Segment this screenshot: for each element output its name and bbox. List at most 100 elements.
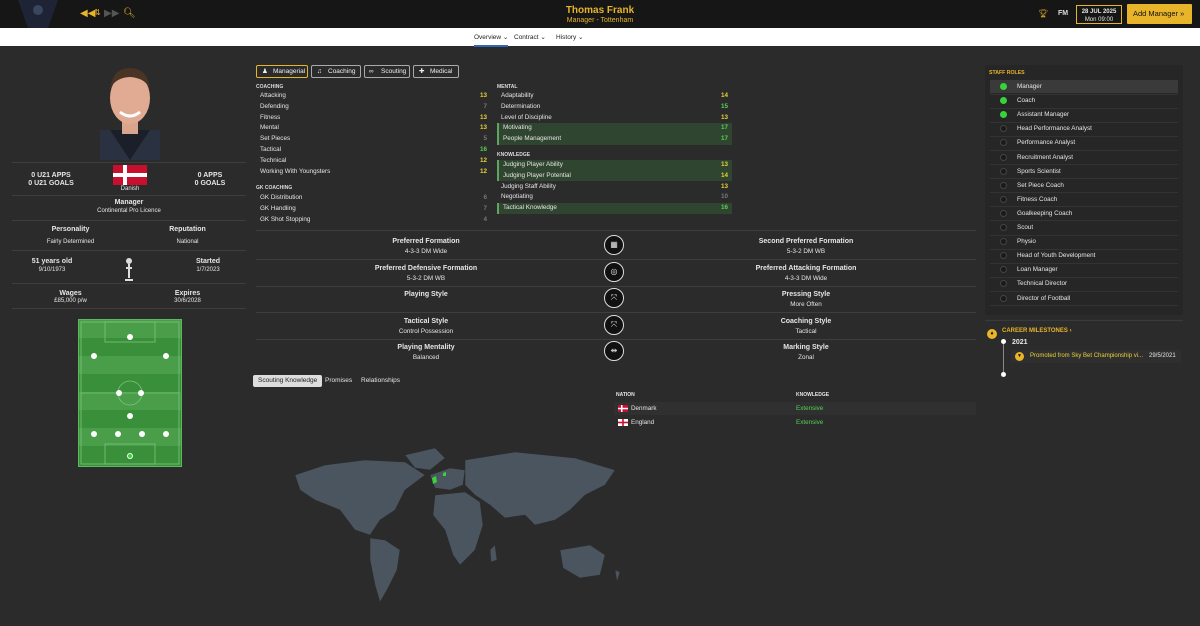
style-right[interactable]: Marking Style Zonal (636, 340, 976, 361)
staff-role-item[interactable]: Head Performance Analyst (990, 122, 1178, 135)
player-dot[interactable] (127, 334, 133, 340)
career-milestones-link[interactable]: CAREER MILESTONES › (1002, 328, 1072, 334)
attribute-row[interactable]: GK Shot Stopping 4 (256, 215, 491, 226)
binoculars-icon: ∞ (369, 68, 374, 75)
tab-relationships[interactable]: Relationships (356, 375, 405, 387)
attribute-row[interactable]: Fitness 13 (256, 113, 491, 124)
target-icon[interactable]: ◎ (604, 261, 624, 282)
page-subtitle[interactable]: Manager - Tottenham (0, 17, 1200, 24)
tab-scouting-knowledge[interactable]: Scouting Knowledge (253, 375, 323, 387)
attribute-row[interactable]: Motivating 17 (497, 123, 732, 134)
attribute-row[interactable]: Mental 13 (256, 123, 491, 134)
attribute-row[interactable]: Judging Player Potential 14 (497, 170, 732, 182)
playing-style-icon[interactable]: ⤧ (604, 288, 624, 308)
staff-role-item[interactable]: Director of Football (990, 292, 1178, 305)
staff-role-item[interactable]: Head of Youth Development (990, 249, 1178, 262)
style-left[interactable]: Tactical Style Control Possession (256, 314, 596, 335)
tab-contract[interactable]: Contract ⌄ (514, 33, 546, 41)
new-zealand[interactable] (614, 569, 621, 583)
attribute-row[interactable]: GK Distribution 6 (256, 193, 491, 204)
attribute-row[interactable]: Judging Player Ability 13 (497, 160, 732, 171)
staff-role-item[interactable]: Recruitment Analyst (990, 151, 1178, 164)
attribute-row[interactable]: Adaptability 14 (497, 91, 732, 102)
style-title: Pressing Style (781, 291, 831, 298)
style-right[interactable]: Pressing Style More Often (636, 287, 976, 308)
style-title: Playing Mentality (397, 344, 455, 351)
add-manager-button[interactable]: Add Manager » (1127, 4, 1192, 24)
staff-role-item[interactable]: Coach (990, 94, 1178, 107)
player-dot[interactable] (91, 353, 97, 359)
attribute-row[interactable]: Defending 7 (256, 102, 491, 113)
tab-scouting[interactable]: ∞ Scouting (364, 65, 410, 78)
staff-role-item[interactable]: Set Piece Coach (990, 179, 1178, 192)
tab-coaching[interactable]: ♫ Coaching (311, 65, 361, 78)
formation-icon[interactable]: ▦ (604, 235, 624, 255)
staff-role-item[interactable]: Assistant Manager (990, 108, 1178, 121)
nation-row[interactable]: Denmark Extensive (614, 402, 976, 415)
tab-overview[interactable]: Overview ⌄ (474, 33, 509, 47)
player-dot[interactable] (138, 390, 144, 396)
africa[interactable] (432, 491, 484, 566)
attribute-row[interactable]: Tactical 16 (256, 145, 491, 156)
staff-role-item[interactable]: Scout (990, 221, 1178, 234)
top-bar: ◀◀ ⇅ ▶▶ 🔍︎ Thomas Frank Manager - Totten… (0, 0, 1200, 28)
style-row: Tactical Style Control Possession ⤧ Coachin… (256, 314, 976, 340)
staff-role-item[interactable]: Manager (990, 80, 1178, 93)
attribute-row[interactable]: Level of Discipline 13 (497, 113, 732, 124)
tab-medical[interactable]: ✚ Medical (413, 65, 459, 78)
player-dot[interactable] (116, 390, 122, 396)
role-name: Manager (1017, 83, 1042, 90)
attribute-row[interactable]: Determination 15 (497, 102, 732, 113)
player-dot[interactable] (163, 353, 169, 359)
staff-role-item[interactable]: Fitness Coach (990, 193, 1178, 206)
club-badge-icon[interactable] (121, 254, 137, 282)
staff-role-item[interactable]: Technical Director (990, 277, 1178, 290)
attribute-row[interactable]: Negotiating 10 (497, 192, 732, 203)
role-status-icon (1000, 125, 1007, 133)
style-left[interactable]: Playing Style (256, 287, 596, 301)
attribute-row[interactable]: Judging Staff Ability 13 (497, 182, 732, 193)
style-left[interactable]: Playing Mentality Balanced (256, 340, 596, 361)
style-title: Second Preferred Formation (758, 238, 854, 245)
attribute-row[interactable]: Tactical Knowledge 16 (497, 203, 732, 214)
attribute-row[interactable]: Set Pieces 5 (256, 134, 491, 145)
player-dot[interactable] (91, 431, 97, 437)
tab-promises[interactable]: Promises (320, 375, 357, 387)
north-america[interactable] (294, 459, 426, 536)
style-right[interactable]: Preferred Attacking Formation 4-3-3 DM Wi… (636, 261, 976, 282)
attribute-row[interactable]: People Management 17 (497, 134, 732, 145)
south-america[interactable] (369, 537, 401, 603)
milestone-item[interactable]: ▼ Promoted from Sky Bet Championship vi.… (1011, 350, 1181, 363)
trophy-icon[interactable]: 🏆︎ (1038, 9, 1048, 18)
style-right[interactable]: Second Preferred Formation 5-3-2 DM WB (636, 234, 976, 255)
staff-role-item[interactable]: Performance Analyst (990, 136, 1178, 149)
player-dot[interactable] (139, 431, 145, 437)
staff-role-item[interactable]: Loan Manager (990, 263, 1178, 276)
australia[interactable] (559, 544, 606, 579)
attribute-row[interactable]: Technical 12 (256, 156, 491, 167)
style-right[interactable]: Coaching Style Tactical (636, 314, 976, 335)
staff-role-item[interactable]: Goalkeeping Coach (990, 207, 1178, 220)
date-display[interactable]: 28 JUL 2025 Mon 09:00 (1076, 5, 1122, 24)
goalkeeper-dot[interactable] (127, 453, 133, 459)
player-dot[interactable] (127, 413, 133, 419)
style-left[interactable]: Preferred Formation 4-3-3 DM Wide (256, 234, 596, 255)
formation-pitch[interactable] (78, 319, 182, 467)
mentality-icon[interactable]: ⇹ (604, 341, 624, 361)
madagascar[interactable] (489, 544, 498, 563)
attribute-row[interactable]: GK Handling 7 (256, 204, 491, 215)
staff-role-item[interactable]: Physio (990, 235, 1178, 248)
asia[interactable] (464, 451, 616, 526)
world-map[interactable] (285, 440, 645, 610)
style-left[interactable]: Preferred Defensive Formation 5-3-2 DM WB (256, 261, 596, 282)
tab-managerial[interactable]: ♟ Managerial (256, 65, 308, 78)
attribute-row[interactable]: Attacking 13 (256, 91, 491, 102)
staff-role-item[interactable]: Sports Scientist (990, 165, 1178, 178)
player-dot[interactable] (115, 431, 121, 437)
player-dot[interactable] (163, 431, 169, 437)
nation-row[interactable]: England Extensive (614, 416, 976, 429)
attribute-row[interactable]: Working With Youngsters 12 (256, 167, 491, 178)
fm-menu-button[interactable]: FM (1058, 10, 1068, 17)
tactical-style-icon[interactable]: ⤧ (604, 314, 624, 335)
tab-history[interactable]: History ⌄ (556, 33, 583, 41)
